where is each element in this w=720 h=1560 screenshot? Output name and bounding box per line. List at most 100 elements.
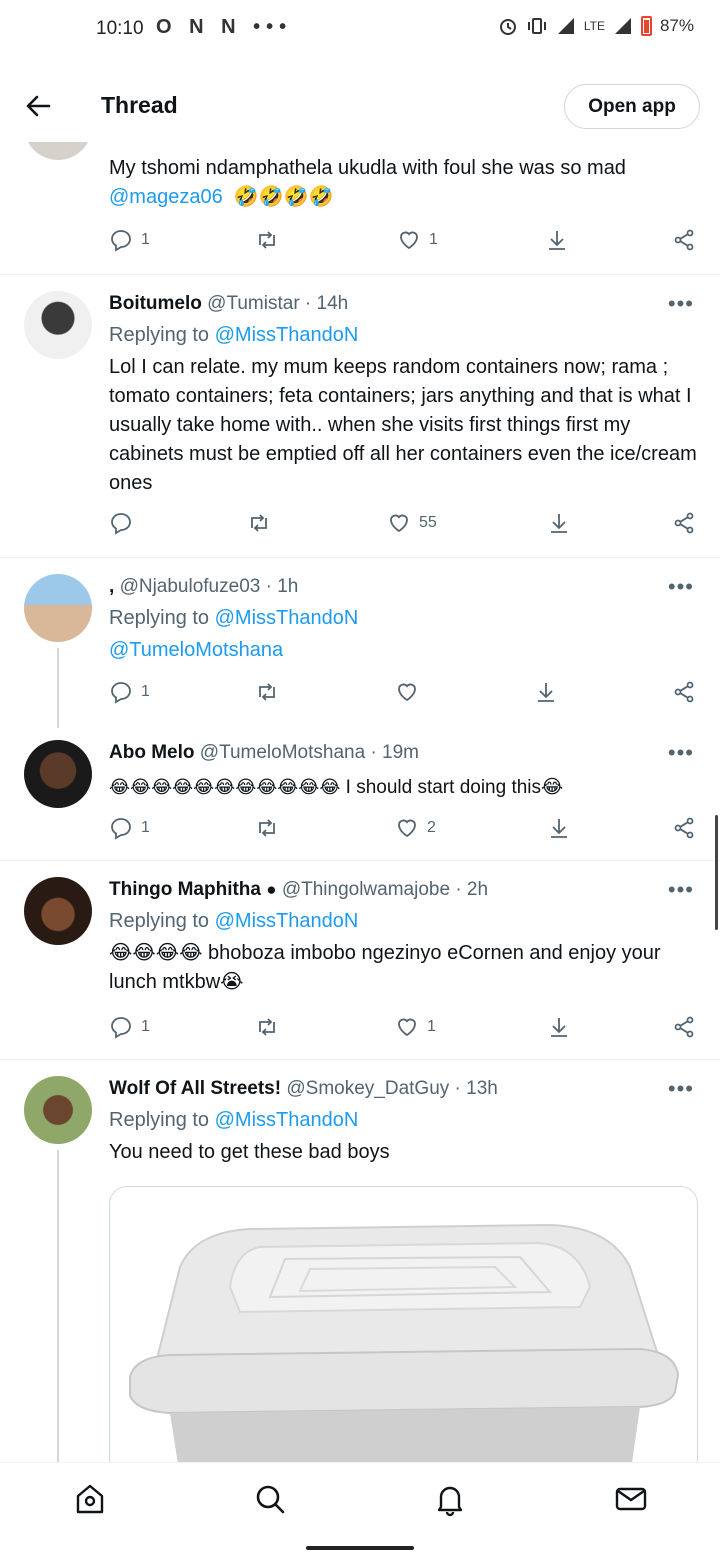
display-name[interactable]: Wolf Of All Streets! bbox=[109, 1078, 281, 1099]
more-icon[interactable]: ••• bbox=[668, 574, 694, 600]
download-button[interactable] bbox=[545, 228, 569, 252]
tweet-text: Lol I can relate. my mum keeps random co… bbox=[109, 356, 697, 494]
arrow-left-icon[interactable] bbox=[20, 88, 56, 124]
tweet-image[interactable] bbox=[109, 1186, 698, 1462]
download-button[interactable] bbox=[547, 1015, 571, 1039]
share-icon bbox=[674, 512, 694, 534]
open-app-button[interactable]: Open app bbox=[564, 84, 700, 129]
handle[interactable]: @Njabulofuze03 · 1h bbox=[120, 576, 299, 597]
mention-link[interactable]: @MissThandoN bbox=[215, 1109, 359, 1131]
reply-button[interactable]: 1 bbox=[109, 228, 150, 252]
messages-mail-icon[interactable] bbox=[613, 1481, 649, 1517]
notifications-bell-icon[interactable] bbox=[432, 1481, 468, 1517]
retweet-icon bbox=[259, 819, 275, 837]
tweet-actions: 1 bbox=[109, 680, 699, 710]
download-button[interactable] bbox=[547, 816, 571, 840]
like-button[interactable]: 1 bbox=[395, 1015, 436, 1039]
reply-button[interactable]: 1 bbox=[109, 816, 150, 840]
tweet-actions: 55 bbox=[109, 511, 699, 541]
mention-link[interactable]: @MissThandoN bbox=[215, 324, 359, 346]
alarm-icon bbox=[499, 19, 516, 35]
reply-button[interactable]: 1 bbox=[109, 680, 150, 704]
download-icon bbox=[538, 683, 554, 702]
replying-to: Replying to @MissThandoN bbox=[109, 1109, 359, 1131]
download-button[interactable] bbox=[547, 511, 571, 535]
tweet-actions: 1 2 bbox=[109, 816, 699, 846]
avatar[interactable] bbox=[24, 877, 92, 945]
replying-to: Replying to @MissThandoN bbox=[109, 324, 359, 346]
search-icon[interactable] bbox=[252, 1481, 288, 1517]
reply-button[interactable] bbox=[109, 511, 141, 535]
tweet-actions: 1 1 bbox=[109, 228, 699, 258]
retweet-button[interactable] bbox=[247, 511, 279, 535]
display-name[interactable]: Thingo Maphitha bbox=[109, 879, 266, 900]
tweet-3[interactable]: Abo Melo @TumeloMotshana · 19m ••• 😂😂😂😂😂… bbox=[0, 724, 720, 860]
handle[interactable]: @Thingolwamajobe · 2h bbox=[282, 879, 488, 900]
like-count: 1 bbox=[429, 231, 438, 248]
top-app-bar: Thread Open app bbox=[0, 70, 720, 142]
display-name[interactable]: Abo Melo bbox=[109, 742, 195, 763]
avatar[interactable] bbox=[24, 1076, 92, 1144]
signal-icon-2 bbox=[614, 18, 631, 34]
avatar[interactable] bbox=[24, 142, 92, 160]
share-button[interactable] bbox=[672, 816, 696, 840]
tweet-2[interactable]: , @Njabulofuze03 · 1h ••• Replying to @M… bbox=[0, 558, 720, 728]
tweet-4[interactable]: Thingo Maphitha ● @Thingolwamajobe · 2h … bbox=[0, 861, 720, 1059]
like-button[interactable]: 55 bbox=[387, 511, 437, 535]
like-count: 55 bbox=[419, 514, 437, 531]
mention-link[interactable]: @mageza06 bbox=[109, 186, 223, 208]
display-name[interactable]: Boitumelo bbox=[109, 293, 202, 314]
display-name[interactable]: , bbox=[109, 576, 114, 597]
mention-link[interactable]: @MissThandoN bbox=[215, 607, 359, 629]
foam-container-image bbox=[110, 1187, 697, 1462]
avatar[interactable] bbox=[24, 740, 92, 808]
tweet-0[interactable]: My tshomi ndamphathela ukudla with foul … bbox=[0, 142, 720, 274]
reply-icon bbox=[111, 513, 131, 535]
replying-to: Replying to @MissThandoN bbox=[109, 910, 359, 932]
like-count: 2 bbox=[427, 819, 436, 836]
handle[interactable]: @Smokey_DatGuy · 13h bbox=[286, 1078, 498, 1099]
download-button[interactable] bbox=[534, 680, 558, 704]
retweet-button[interactable] bbox=[255, 228, 287, 252]
apple-icon: ● bbox=[266, 880, 277, 899]
gesture-home-indicator[interactable] bbox=[306, 1546, 414, 1550]
mention-link[interactable]: @MissThandoN bbox=[215, 910, 359, 932]
avatar[interactable] bbox=[24, 291, 92, 359]
retweet-button[interactable] bbox=[255, 1015, 287, 1039]
share-button[interactable] bbox=[672, 511, 696, 535]
battery-icon bbox=[640, 16, 652, 36]
more-icon[interactable]: ••• bbox=[668, 877, 694, 903]
tweet-1[interactable]: Boitumelo @Tumistar · 14h ••• Replying t… bbox=[0, 275, 720, 557]
tweet-text: 😂😂😂😂😂😂😂😂😂😂😂 I should start doing this😂 bbox=[109, 777, 564, 798]
heart-icon bbox=[398, 1018, 416, 1037]
share-button[interactable] bbox=[672, 1015, 696, 1039]
share-icon bbox=[674, 229, 694, 251]
thread-connector bbox=[57, 1150, 59, 1462]
tweet-5[interactable]: Wolf Of All Streets! @Smokey_DatGuy · 13… bbox=[0, 1060, 720, 1462]
retweet-button[interactable] bbox=[255, 816, 287, 840]
reply-icon bbox=[111, 1017, 131, 1039]
mention-link[interactable]: @TumeloMotshana bbox=[109, 639, 283, 661]
scrollbar-thumb[interactable] bbox=[715, 815, 718, 930]
reply-count: 1 bbox=[141, 683, 150, 700]
thread-feed: My tshomi ndamphathela ukudla with foul … bbox=[0, 142, 720, 1462]
handle[interactable]: @TumeloMotshana · 19m bbox=[200, 742, 419, 763]
share-button[interactable] bbox=[672, 680, 696, 704]
author-row: Boitumelo @Tumistar · 14h bbox=[109, 293, 348, 315]
like-button[interactable]: 1 bbox=[397, 228, 438, 252]
reply-count: 1 bbox=[141, 819, 150, 836]
share-icon bbox=[674, 1016, 694, 1038]
handle[interactable]: @Tumistar · 14h bbox=[207, 293, 348, 314]
reply-button[interactable]: 1 bbox=[109, 1015, 150, 1039]
like-button[interactable]: 2 bbox=[395, 816, 436, 840]
like-button[interactable] bbox=[395, 680, 427, 704]
more-icon[interactable]: ••• bbox=[668, 1076, 694, 1102]
share-button[interactable] bbox=[672, 228, 696, 252]
home-icon[interactable] bbox=[72, 1481, 108, 1517]
avatar[interactable] bbox=[24, 574, 92, 642]
more-icon[interactable]: ••• bbox=[668, 740, 694, 766]
tweet-text: @TumeloMotshana bbox=[109, 636, 699, 665]
retweet-button[interactable] bbox=[255, 680, 287, 704]
tweet-text: 😂😂😂😂 bhoboza imbobo ngezinyo eCornen and… bbox=[109, 942, 661, 993]
more-icon[interactable]: ••• bbox=[668, 291, 694, 317]
